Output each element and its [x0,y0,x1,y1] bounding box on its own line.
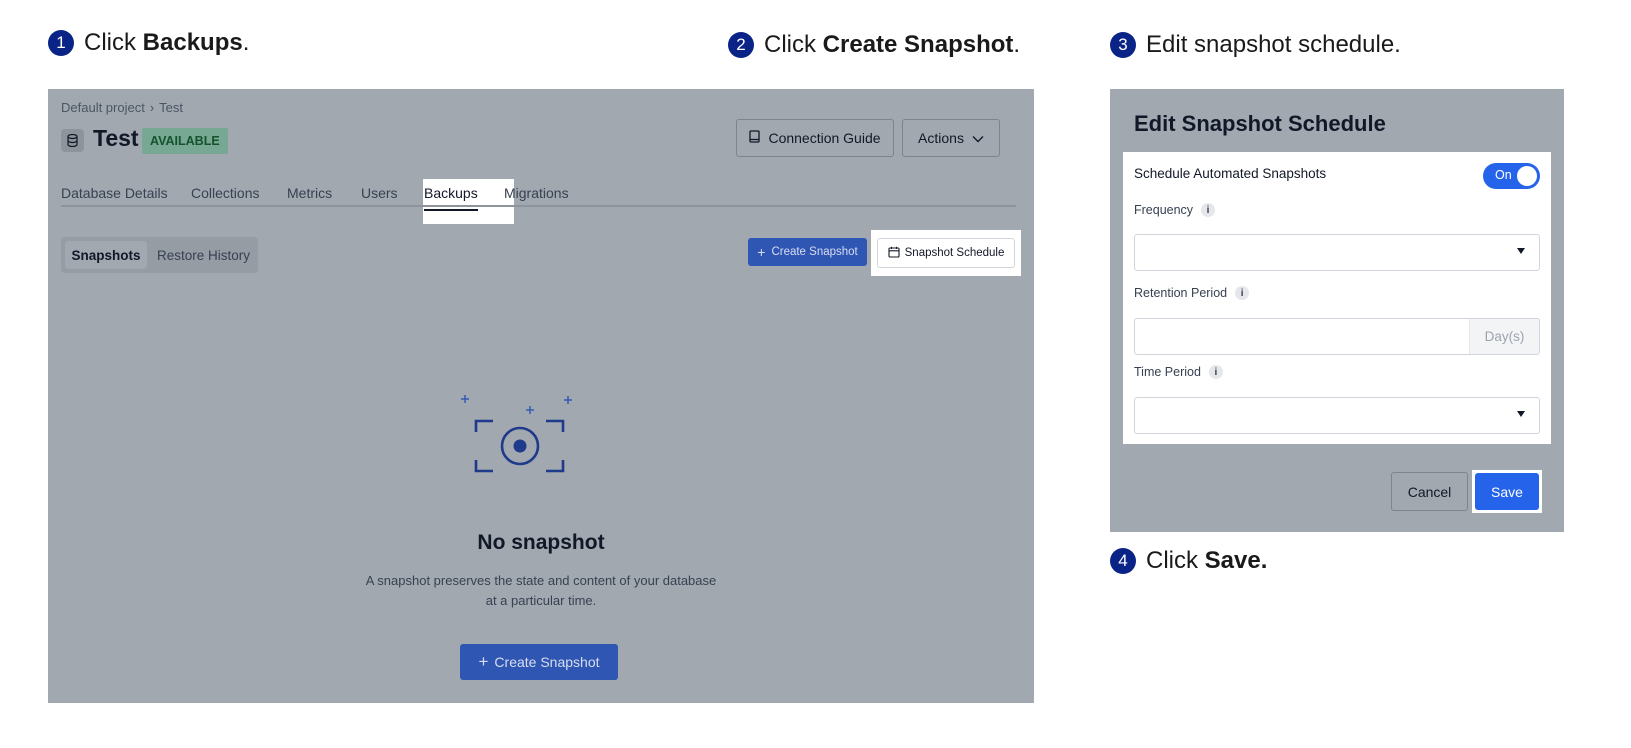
breadcrumb: Default project › Test [61,100,183,115]
tab-bar: Database Details Collections Metrics Use… [61,181,1016,211]
step-4-caption: 4 Click Save. [1110,547,1267,575]
breadcrumb-separator-icon: › [149,100,155,115]
schedule-toggle-switch[interactable]: On [1483,163,1540,189]
plus-icon: + [478,652,489,671]
step-suffix: . [242,29,250,56]
tab-backups[interactable]: Backups [424,185,478,211]
time-period-select[interactable] [1134,397,1540,434]
create-snapshot-label: Create Snapshot [771,246,858,258]
snapshot-schedule-button[interactable]: Snapshot Schedule [877,238,1015,268]
step-bold-text: Create Snapshot [822,31,1014,58]
subtab-restore-history[interactable]: Restore History [157,241,250,269]
empty-state-create-snapshot-label: Create Snapshot [494,654,600,670]
step-1-caption: 1 Click Backups. [48,29,249,57]
chevron-down-icon [972,130,984,146]
step-text: Edit snapshot schedule. [1146,31,1401,58]
retention-unit-addon: Day(s) [1469,319,1539,354]
empty-state-description-line: A snapshot preserves the state and conte… [365,573,717,588]
toggle-state-text: On [1495,168,1512,182]
retention-period-input[interactable]: Day(s) [1134,318,1540,355]
empty-state-description: A snapshot preserves the state and conte… [48,571,1034,611]
edit-snapshot-schedule-dialog: Edit Snapshot Schedule Schedule Automate… [1110,89,1564,532]
schedule-toggle-label: Schedule Automated Snapshots [1134,166,1327,181]
info-icon[interactable]: i [1235,286,1250,300]
retention-period-label: Retention Period [1134,286,1228,300]
schedule-form: Schedule Automated Snapshots On Frequenc… [1123,152,1551,444]
cancel-button[interactable]: Cancel [1391,472,1468,511]
subtab-snapshots[interactable]: Snapshots [65,241,147,269]
tab-database-details[interactable]: Database Details [61,185,168,201]
book-icon [749,130,761,146]
step-bold-text: Save. [1204,547,1268,574]
empty-state-title: No snapshot [477,531,605,554]
step-number-badge: 3 [1110,32,1136,58]
database-icon [61,129,84,152]
plus-icon: + [757,244,766,260]
active-tab-indicator [424,209,478,211]
connection-guide-button[interactable]: Connection Guide [736,119,894,157]
step-number-badge: 1 [48,30,74,56]
camera-focus-illustration-icon [458,389,578,489]
step-text: Click [1146,547,1205,574]
caret-down-icon [1517,411,1525,417]
tab-backups-label: Backups [424,185,478,201]
breadcrumb-current[interactable]: Test [159,100,183,115]
caret-down-icon [1517,248,1525,254]
tab-collections[interactable]: Collections [191,185,259,201]
empty-state-create-snapshot-button[interactable]: + Create Snapshot [460,644,618,680]
save-button[interactable]: Save [1475,473,1539,510]
snapshot-schedule-label: Snapshot Schedule [904,247,1005,259]
actions-label: Actions [918,130,964,146]
frequency-label: Frequency [1134,203,1194,217]
step-bold-text: Backups [142,29,243,56]
page-title: Test [93,125,139,151]
breadcrumb-project-link[interactable]: Default project [61,100,145,115]
toggle-knob [1517,166,1537,186]
create-snapshot-button[interactable]: + Create Snapshot [748,238,867,266]
snapshot-schedule-highlight: Snapshot Schedule [871,230,1021,276]
info-icon[interactable]: i [1208,365,1223,379]
status-badge: AVAILABLE [142,128,228,154]
step-2-caption: 2 Click Create Snapshot. [728,31,1020,59]
tab-users[interactable]: Users [361,185,398,201]
step-text: Click [84,29,143,56]
frequency-label-row: Frequency i [1134,203,1216,217]
step-text: Click [764,31,823,58]
actions-dropdown-button[interactable]: Actions [902,119,1000,157]
save-button-highlight: Save [1472,470,1542,513]
time-period-label: Time Period [1134,365,1201,379]
step-suffix: . [1013,31,1021,58]
empty-state-description-line: at a particular time. [485,593,597,608]
connection-guide-label: Connection Guide [768,130,881,146]
info-icon[interactable]: i [1201,203,1216,217]
time-period-label-row: Time Period i [1134,365,1223,379]
tab-metrics[interactable]: Metrics [287,185,332,201]
calendar-icon [888,246,900,261]
backups-subtab-switcher: Snapshots Restore History [61,237,258,273]
database-page-screenshot: Default project › Test Test AVAILABLE Co… [48,89,1034,703]
step-3-caption: 3 Edit snapshot schedule. [1110,31,1401,59]
step-number-badge: 2 [728,32,754,58]
tab-migrations[interactable]: Migrations [504,185,569,201]
dialog-title: Edit Snapshot Schedule [1134,111,1386,136]
step-number-badge: 4 [1110,548,1136,574]
retention-label-row: Retention Period i [1134,286,1250,300]
frequency-select[interactable] [1134,234,1540,271]
